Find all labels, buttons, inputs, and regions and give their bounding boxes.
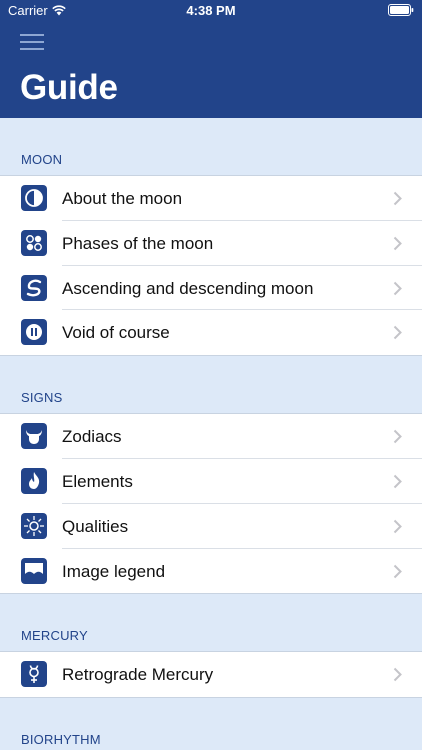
- chevron-right-icon: [393, 326, 402, 340]
- list-item-label: Ascending and descending moon: [62, 278, 314, 298]
- chevron-right-icon: [393, 236, 402, 251]
- moon-phases-icon: [21, 229, 47, 256]
- list-item-retrograde-mercury[interactable]: Retrograde Mercury: [0, 652, 422, 697]
- list-item-elements[interactable]: Elements: [0, 459, 422, 504]
- clock: 4:38 PM: [186, 3, 236, 18]
- section-label: MOON: [21, 152, 63, 167]
- mercury-icon: [21, 661, 47, 688]
- sun-icon: [21, 512, 47, 539]
- list-item-qualities[interactable]: Qualities: [0, 504, 422, 549]
- list-item-label: About the moon: [62, 189, 183, 208]
- chevron-right-icon: [393, 519, 402, 533]
- list-item-void-of-course[interactable]: Void of course: [0, 310, 422, 355]
- chevron-right-icon: [393, 429, 402, 444]
- navigation-header: Carrier 4:38 PM Guide: [0, 0, 422, 118]
- battery-icon: [388, 4, 414, 16]
- chevron-right-icon: [393, 474, 402, 489]
- list-item-label: Phases of the moon: [62, 233, 214, 253]
- guide-list: MOON About the moon Phases of the moon A…: [0, 118, 422, 750]
- section-header-biorhythm: BIORHYTHM: [0, 698, 422, 750]
- chevron-right-icon: [393, 564, 402, 578]
- ascending-moon-icon: [21, 274, 47, 301]
- section-header-signs: SIGNS: [0, 356, 422, 414]
- hamburger-menu-icon[interactable]: [20, 32, 44, 52]
- list-item-image-legend[interactable]: Image legend: [0, 549, 422, 594]
- section-header-moon: MOON: [0, 118, 422, 175]
- section-moon: About the moon Phases of the moon Ascend…: [0, 175, 422, 357]
- chevron-right-icon: [393, 668, 402, 682]
- moon-half-icon: [21, 185, 47, 211]
- section-label: SIGNS: [21, 390, 63, 406]
- list-item-label: Zodiacs: [62, 427, 122, 447]
- page-title: Guide: [20, 68, 118, 107]
- chevron-right-icon: [393, 191, 402, 206]
- void-of-course-icon: [21, 319, 47, 346]
- chevron-right-icon: [393, 281, 402, 295]
- section-header-mercury: MERCURY: [0, 594, 422, 652]
- bull-icon: [21, 423, 47, 450]
- list-item-label: Qualities: [62, 516, 129, 536]
- flame-icon: [21, 467, 47, 494]
- list-item-ascending-and-descending-moon[interactable]: Ascending and descending moon: [0, 266, 422, 311]
- list-item-zodiacs[interactable]: Zodiacs: [0, 414, 422, 459]
- section-label: MERCURY: [21, 628, 88, 644]
- status-bar: Carrier 4:38 PM: [0, 0, 422, 22]
- list-item-about-the-moon[interactable]: About the moon: [0, 176, 422, 221]
- section-signs: Zodiacs Elements Qualities Image legend: [0, 413, 422, 595]
- section-mercury: Retrograde Mercury: [0, 651, 422, 699]
- list-item-label: Void of course: [62, 323, 170, 343]
- section-label: BIORHYTHM: [21, 732, 101, 748]
- image-icon: [21, 557, 47, 584]
- list-item-phases-of-the-moon[interactable]: Phases of the moon: [0, 221, 422, 266]
- list-item-label: Image legend: [62, 561, 166, 581]
- list-item-label: Elements: [62, 471, 133, 491]
- list-item-label: Retrograde Mercury: [62, 665, 214, 685]
